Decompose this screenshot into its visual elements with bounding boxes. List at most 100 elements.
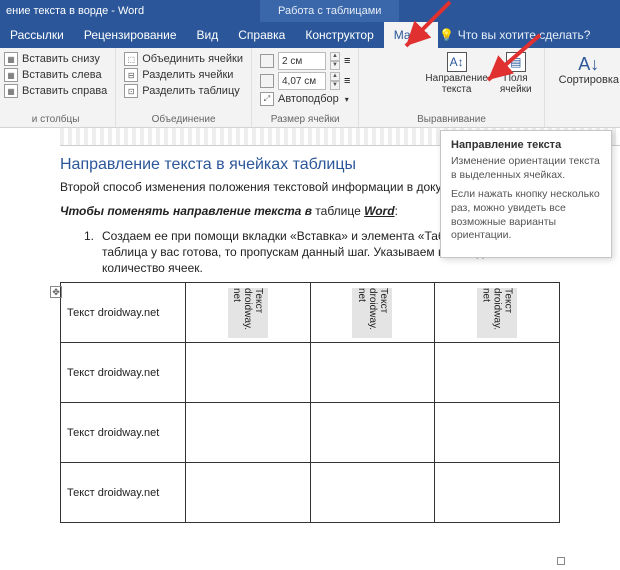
table-cell[interactable]: Текст droidway. net <box>185 283 310 343</box>
insert-right-icon: ▦ <box>4 84 18 98</box>
window-title: ение текста в ворде - Word <box>6 5 144 17</box>
align-mc[interactable] <box>384 69 400 85</box>
cell-text: Текст droidway.net <box>67 367 159 379</box>
tooltip-body-2: Если нажать кнопку несколько раз, можно … <box>451 188 601 243</box>
distribute-cols-icon[interactable]: ≡ <box>344 75 350 87</box>
sort-button[interactable]: A↓ Сортировка <box>553 52 620 88</box>
insert-left-button[interactable]: ▦ Вставить слева <box>4 68 107 82</box>
table-row: Текст droidway.net Текст droidway. net Т… <box>61 283 560 343</box>
group-size-label: Размер ячейки <box>260 114 350 125</box>
group-cell-size: 2 см ▲▼ ≡ 4,07 см ▲▼ ≡ ⤢Автоподбор▾ Разм… <box>252 48 359 127</box>
insert-left-icon: ▦ <box>4 68 18 82</box>
insert-below-icon: ▦ <box>4 52 18 66</box>
align-bc[interactable] <box>384 86 400 102</box>
cell-margins-icon: ▤ <box>506 52 526 72</box>
table-cell[interactable]: Текст droidway. net <box>435 283 560 343</box>
tooltip-title: Направление текста <box>451 139 601 151</box>
contextual-tab-label: Работа с таблицами <box>260 0 399 22</box>
col-width-control[interactable]: 4,07 см ▲▼ ≡ <box>260 72 350 90</box>
doc-p2-word: Word <box>364 204 394 218</box>
table-cell[interactable]: Текст droidway.net <box>61 283 186 343</box>
merge-cells-label: Объединить ячейки <box>142 53 243 65</box>
table-cell[interactable]: Текст droidway.net <box>61 343 186 403</box>
table-cell[interactable]: Текст droidway. net <box>310 283 435 343</box>
group-merge: ⬚ Объединить ячейки ⊟ Разделить ячейки ⊡ Ра… <box>116 48 252 127</box>
table-cell[interactable]: Текст droidway.net <box>61 463 186 523</box>
tellme-bulb-icon[interactable]: 💡 <box>438 22 456 48</box>
insert-below-label: Вставить снизу <box>22 53 100 65</box>
align-tc[interactable] <box>384 52 400 68</box>
tab-design[interactable]: Конструктор <box>295 22 383 48</box>
cell-text-vertical: Текст droidway. net <box>356 288 389 338</box>
row-height-icon <box>260 54 274 68</box>
table-row: Текст droidway.net <box>61 403 560 463</box>
document-table[interactable]: Текст droidway.net Текст droidway. net Т… <box>60 282 560 523</box>
split-table-icon: ⊡ <box>124 84 138 98</box>
table-cell[interactable] <box>435 463 560 523</box>
merge-cells-button[interactable]: ⬚ Объединить ячейки <box>124 52 243 66</box>
split-cells-label: Разделить ячейки <box>142 69 233 81</box>
row-height-field[interactable]: 2 см <box>278 52 326 70</box>
cell-text: Текст droidway.net <box>67 487 159 499</box>
insert-below-button[interactable]: ▦ Вставить снизу <box>4 52 107 66</box>
group-alignment-label: Выравнивание <box>367 114 535 125</box>
sort-label: Сортировка <box>559 74 619 86</box>
col-width-spinner[interactable]: ▲▼ <box>330 72 340 90</box>
tab-review[interactable]: Рецензирование <box>74 22 187 48</box>
col-width-icon <box>260 74 274 88</box>
autofit-button[interactable]: ⤢Автоподбор▾ <box>260 92 350 106</box>
align-ml[interactable] <box>367 69 383 85</box>
alignment-grid <box>367 52 417 102</box>
ribbon: ▦ Вставить снизу ▦ Вставить слева ▦ Вставит… <box>0 48 620 128</box>
tab-layout[interactable]: Макет <box>384 22 438 48</box>
text-direction-icon: A↕ <box>447 52 467 72</box>
distribute-rows-icon[interactable]: ≡ <box>344 55 350 67</box>
align-tr[interactable] <box>401 52 417 68</box>
table-resize-handle[interactable] <box>557 557 565 565</box>
align-bl[interactable] <box>367 86 383 102</box>
tooltip-body-1: Изменение ориентации текста в выделенных… <box>451 155 601 182</box>
align-mr[interactable] <box>401 69 417 85</box>
table-cell[interactable] <box>185 403 310 463</box>
dropdown-icon: ▾ <box>345 95 349 104</box>
align-tl[interactable] <box>367 52 383 68</box>
insert-left-label: Вставить слева <box>22 69 102 81</box>
doc-p2-suffix: : <box>395 204 398 218</box>
autofit-icon: ⤢ <box>260 92 274 106</box>
merge-cells-icon: ⬚ <box>124 52 138 66</box>
table-cell[interactable] <box>310 403 435 463</box>
list-number: 1. <box>84 228 94 277</box>
table-cell[interactable] <box>435 343 560 403</box>
table-cell[interactable] <box>435 403 560 463</box>
table-cell[interactable] <box>185 343 310 403</box>
sort-icon: A↓ <box>578 54 599 74</box>
ribbon-tabs: Рассылки Рецензирование Вид Справка Конс… <box>0 22 620 48</box>
align-br[interactable] <box>401 86 417 102</box>
tab-help[interactable]: Справка <box>228 22 295 48</box>
cell-margins-button[interactable]: ▤ Поля ячейки <box>496 52 536 95</box>
insert-right-button[interactable]: ▦ Вставить справа <box>4 84 107 98</box>
split-table-button[interactable]: ⊡ Разделить таблицу <box>124 84 243 98</box>
cell-text-vertical: Текст droidway. net <box>231 288 264 338</box>
doc-p2-mid: таблице <box>312 204 364 218</box>
row-height-control[interactable]: 2 см ▲▼ ≡ <box>260 52 350 70</box>
tab-mailings[interactable]: Рассылки <box>0 22 74 48</box>
tellme-input[interactable]: Что вы хотите сделать? <box>456 22 591 48</box>
cell-text: Текст droidway.net <box>67 427 159 439</box>
split-cells-icon: ⊟ <box>124 68 138 82</box>
insert-right-label: Вставить справа <box>22 85 107 97</box>
table-cell[interactable] <box>310 343 435 403</box>
table-cell[interactable]: Текст droidway.net <box>61 403 186 463</box>
split-table-label: Разделить таблицу <box>142 85 240 97</box>
table-cell[interactable] <box>185 463 310 523</box>
text-direction-button[interactable]: A↕ Направление текста <box>421 52 491 95</box>
col-width-field[interactable]: 4,07 см <box>278 72 326 90</box>
group-data: A↓ Сортировка <box>545 48 620 127</box>
doc-p2-prefix: Чтобы поменять направление текста в <box>60 204 312 218</box>
split-cells-button[interactable]: ⊟ Разделить ячейки <box>124 68 243 82</box>
cell-text-vertical: Текст droidway. net <box>481 288 514 338</box>
table-move-handle[interactable]: ✥ <box>50 286 62 298</box>
tab-view[interactable]: Вид <box>187 22 229 48</box>
row-height-spinner[interactable]: ▲▼ <box>330 52 340 70</box>
table-cell[interactable] <box>310 463 435 523</box>
